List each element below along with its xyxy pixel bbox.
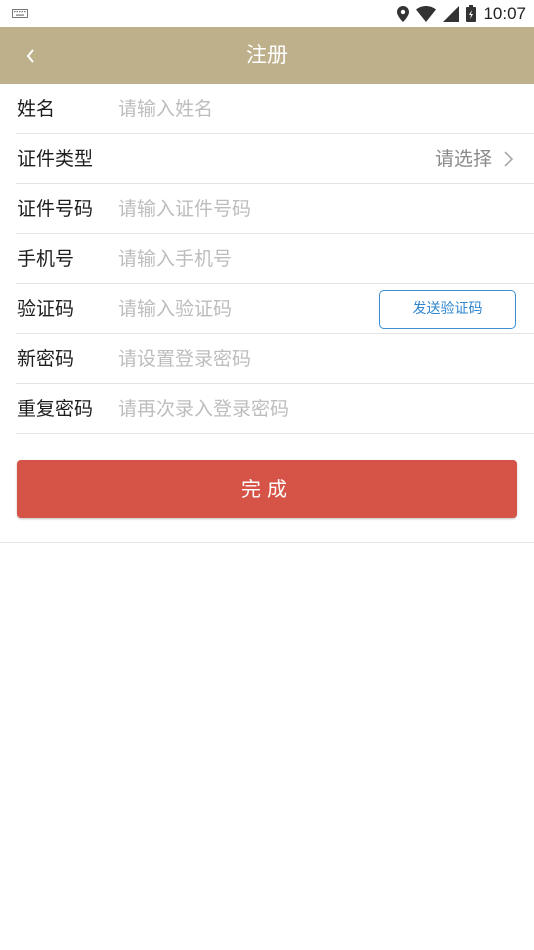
id-type-row[interactable]: 证件类型 请选择 (0, 134, 534, 184)
id-type-label: 证件类型 (17, 148, 94, 170)
repeat-password-input[interactable]: 请再次录入登录密码 (118, 384, 289, 434)
app-bar: 注册 (0, 27, 534, 84)
repeat-password-label: 重复密码 (17, 398, 94, 420)
phone-label: 手机号 (17, 248, 75, 270)
page-title: 注册 (246, 43, 288, 67)
submit-button[interactable]: 完成 (17, 460, 517, 518)
code-input[interactable]: 请输入验证码 (118, 284, 232, 334)
battery-icon (466, 5, 477, 22)
divider (16, 433, 534, 434)
new-password-label: 新密码 (17, 348, 75, 370)
cellular-signal-icon (443, 5, 460, 22)
wifi-icon (416, 5, 437, 22)
status-time: 10:07 (483, 3, 526, 23)
new-password-row: 新密码 请设置登录密码 (0, 334, 534, 384)
location-icon (397, 5, 410, 22)
name-label: 姓名 (17, 98, 56, 120)
phone-row: 手机号 请输入手机号 (0, 234, 534, 284)
name-input[interactable]: 请输入姓名 (118, 84, 213, 134)
phone-input[interactable]: 请输入手机号 (118, 234, 232, 284)
name-row: 姓名 请输入姓名 (0, 84, 534, 134)
id-type-select[interactable]: 请选择 (435, 134, 492, 184)
code-row: 验证码 请输入验证码 发送验证码 (0, 284, 534, 334)
keyboard-icon (12, 9, 28, 18)
status-bar: 10:07 (0, 0, 534, 27)
chevron-right-icon (504, 151, 514, 167)
send-code-button[interactable]: 发送验证码 (379, 290, 516, 329)
repeat-password-row: 重复密码 请再次录入登录密码 (0, 384, 534, 434)
divider (0, 542, 534, 543)
register-form: 姓名 请输入姓名 证件类型 请选择 证件号码 请输入证件号码 手机号 请输入手机… (0, 84, 534, 434)
new-password-input[interactable]: 请设置登录密码 (118, 334, 251, 384)
code-label: 验证码 (17, 298, 75, 320)
id-number-input[interactable]: 请输入证件号码 (118, 184, 251, 234)
id-number-label: 证件号码 (17, 198, 94, 220)
id-number-row: 证件号码 请输入证件号码 (0, 184, 534, 234)
